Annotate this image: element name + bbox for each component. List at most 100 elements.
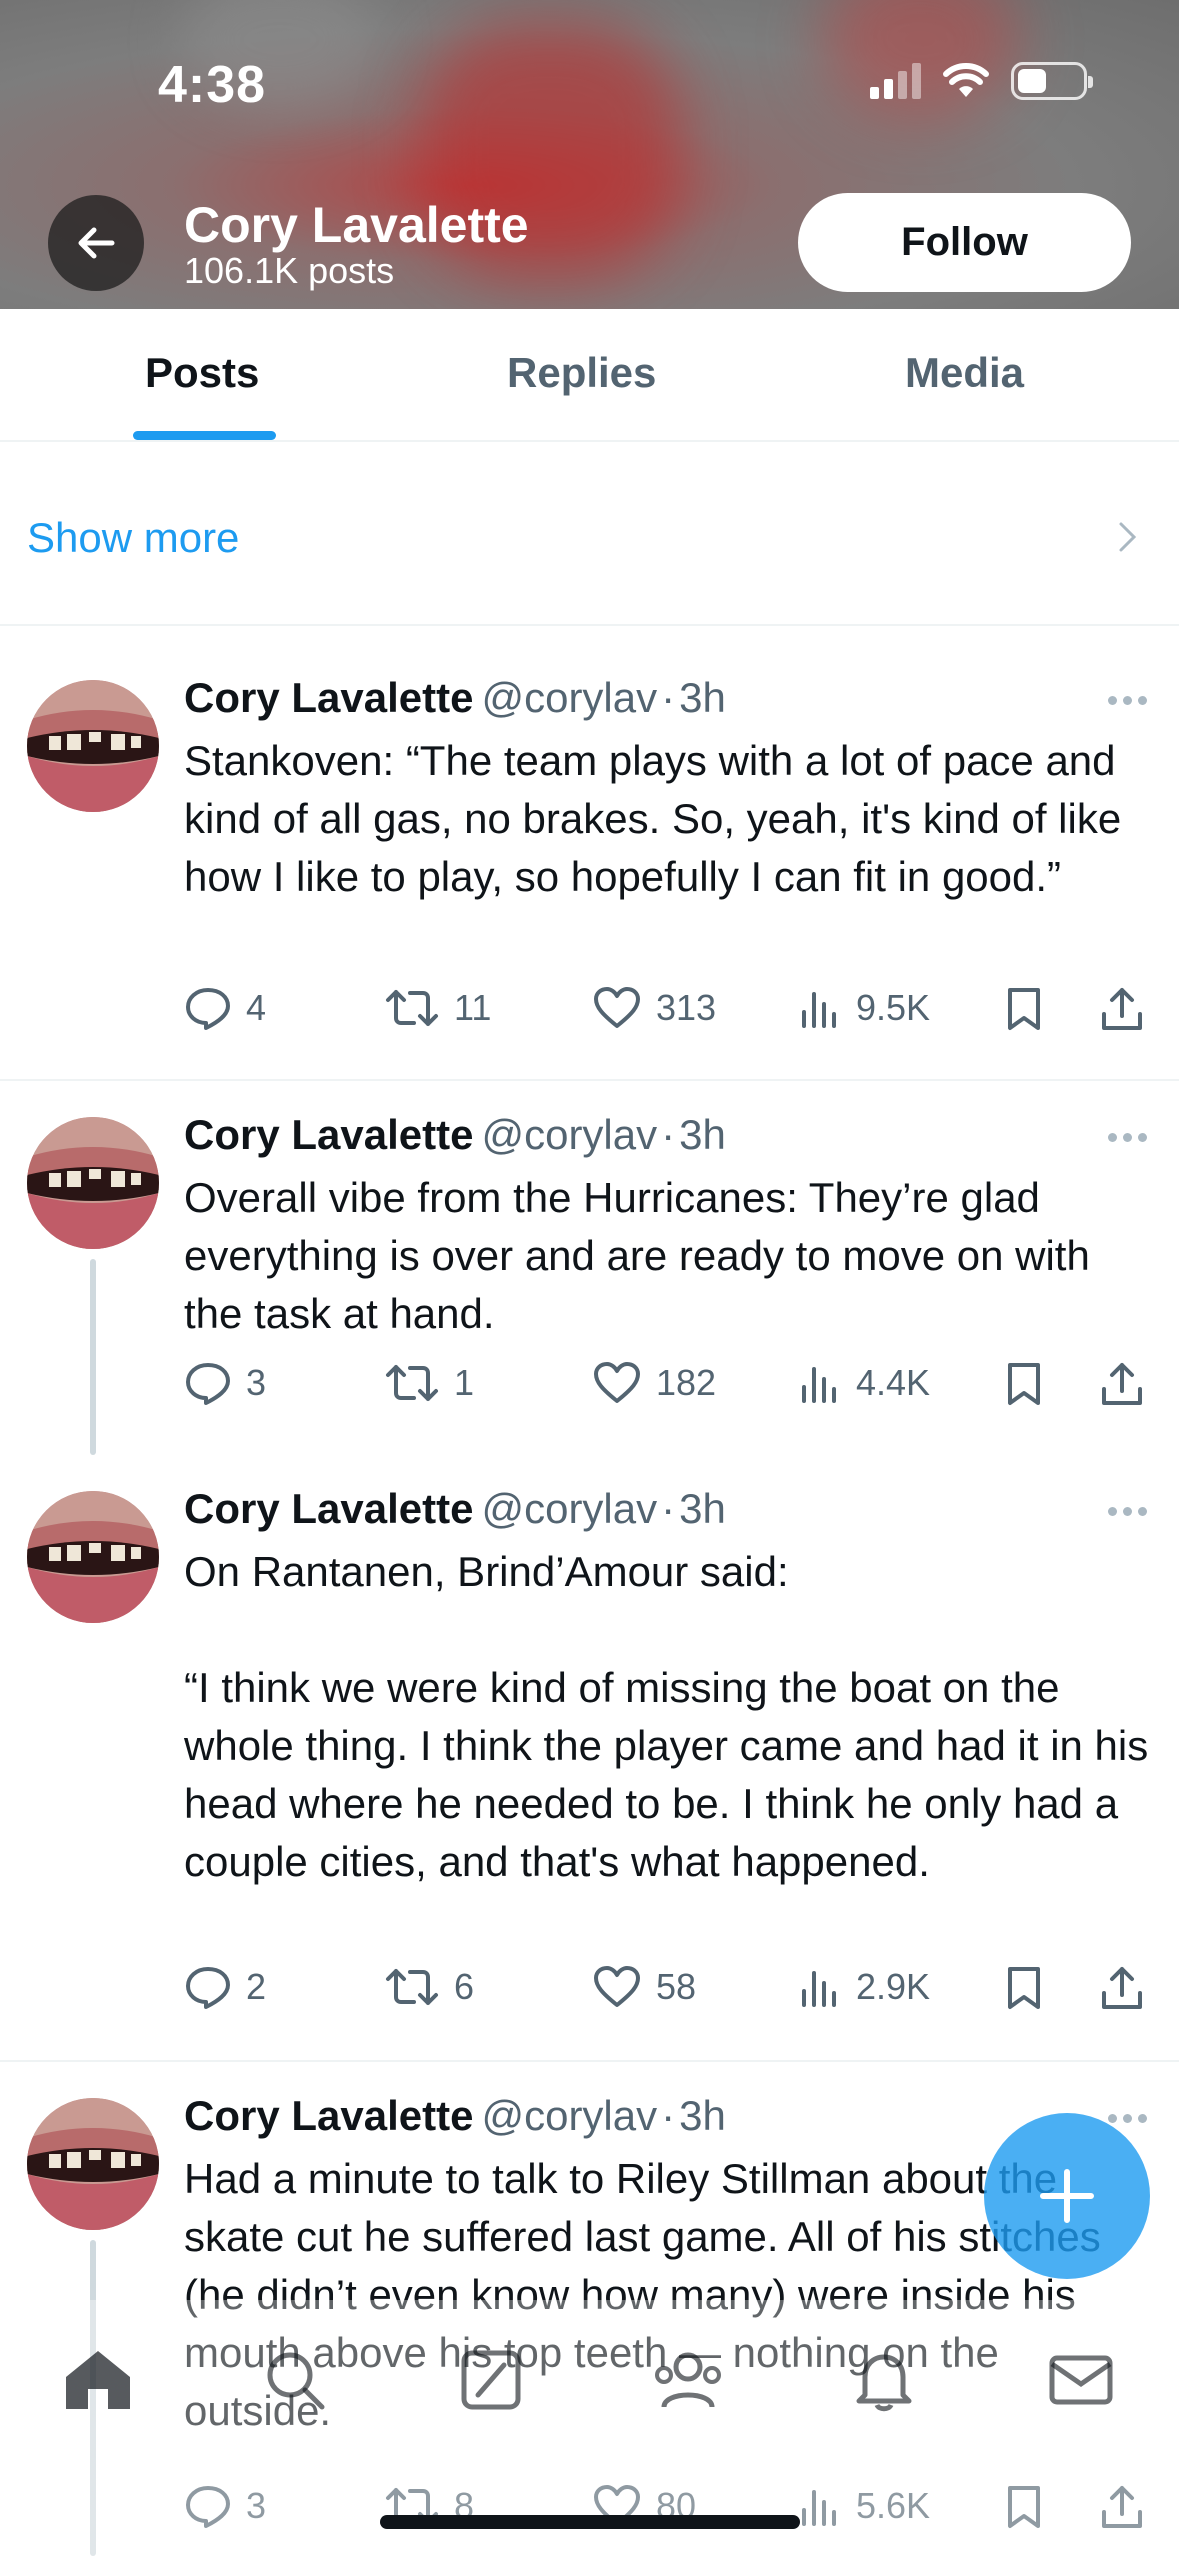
reply-button[interactable]: 3 [184,1361,266,1405]
repost-button[interactable]: 6 [384,1965,474,2009]
avatar-image [27,680,159,812]
tweet-header: Cory Lavalette @corylav·3h [184,674,726,722]
avatar[interactable] [27,2098,159,2230]
reply-button[interactable]: 2 [184,1965,266,2009]
share-button[interactable] [1100,2484,1144,2530]
wifi-icon [943,63,989,97]
tweet-actions: 2 6 58 2.9K [184,1965,1154,2025]
active-tab-indicator [133,431,276,440]
bottom-tab-bar [0,2310,1179,2450]
communities-icon [654,2352,721,2408]
nav-grok[interactable] [446,2335,536,2425]
views-button[interactable]: 2.9K [798,1965,930,2009]
reply-icon [186,1363,230,1405]
envelope-icon [1049,2355,1113,2405]
tab-posts[interactable]: Posts [145,349,259,397]
tweet-time[interactable]: 3h [679,1485,726,1532]
tweet[interactable]: Cory Lavalette @corylav·3h On Rantanen, B… [0,1455,1179,2060]
tweet[interactable]: Cory Lavalette @corylav·3h Overall vibe f… [0,1081,1179,1455]
reply-icon [186,2486,230,2528]
share-button[interactable] [1100,986,1144,1032]
tab-media[interactable]: Media [905,349,1024,397]
share-button[interactable] [1100,1361,1144,1407]
nav-search[interactable] [250,2335,340,2425]
tweet-author-name[interactable]: Cory Lavalette [184,674,473,721]
more-options-icon[interactable] [1108,2114,1147,2123]
replies-count: 4 [246,987,267,1028]
tweet-header: Cory Lavalette @corylav·3h [184,2092,726,2140]
avatar[interactable] [27,1491,159,1623]
bookmark-button[interactable] [1004,2484,1044,2530]
reply-button[interactable]: 4 [184,986,266,1030]
tweet-author-name[interactable]: Cory Lavalette [184,1485,473,1532]
tweet-text: Stankoven: “The team plays with a lot of… [184,737,1133,900]
nav-home[interactable] [53,2335,143,2425]
show-more-link[interactable]: Show more [27,514,239,562]
repost-button[interactable]: 11 [384,986,491,1030]
tab-replies[interactable]: Replies [507,349,656,397]
heart-icon [594,1966,640,2007]
home-icon [66,2351,131,2409]
avatar[interactable] [27,680,159,812]
reply-button[interactable]: 3 [184,2484,266,2528]
tweet-actions: 3 8 80 5.6K [184,2484,1154,2544]
like-button[interactable]: 313 [592,986,716,1030]
more-options-icon[interactable] [1108,696,1147,705]
tweet-separator: · [661,2092,676,2139]
bookmark-button[interactable] [1004,1361,1044,1407]
tweet-handle[interactable]: @corylav [481,1485,657,1532]
views-button[interactable]: 4.4K [798,1361,930,1405]
avatar-image [27,2098,159,2230]
avatar[interactable] [27,1117,159,1249]
share-icon [1102,988,1142,1030]
tweet-header: Cory Lavalette @corylav·3h [184,1111,726,1159]
views-button[interactable]: 9.5K [798,986,930,1030]
nav-messages[interactable] [1036,2335,1126,2425]
like-button[interactable]: 58 [592,1965,696,2009]
share-icon [1102,1967,1142,2009]
tweet-time[interactable]: 3h [679,1111,726,1158]
chevron-right-icon [1119,522,1137,552]
bookmark-icon [1008,1363,1040,1405]
nav-notifications[interactable] [839,2335,929,2425]
views-icon [802,2490,836,2526]
tweet-time[interactable]: 3h [679,2092,726,2139]
tweet-author-name[interactable]: Cory Lavalette [184,2092,473,2139]
heart-icon [594,1362,640,1403]
tweet-handle[interactable]: @corylav [481,674,657,721]
follow-button[interactable]: Follow [798,193,1131,292]
like-button[interactable]: 182 [592,1361,716,1405]
bookmark-icon [1008,988,1040,1030]
profile-header-banner: 4:38 Cory Lavalette 106.1K posts Follow [0,0,1179,309]
profile-posts-count: 106.1K posts [184,250,395,291]
tweet-separator: · [661,1485,676,1532]
views-button[interactable]: 5.6K [798,2484,930,2528]
views-icon [802,1367,836,1403]
tweet-handle[interactable]: @corylav [481,2092,657,2139]
repost-icon [386,1365,438,1401]
repost-button[interactable]: 1 [384,1361,474,1405]
tweet-header: Cory Lavalette @corylav·3h [184,1485,726,1533]
show-more-row[interactable]: Show more [0,442,1179,626]
views-icon [802,1971,836,2007]
cellular-signal-icon [870,63,921,99]
more-options-icon[interactable] [1108,1507,1147,1516]
nav-communities[interactable] [643,2335,733,2425]
reply-icon [186,1967,230,2009]
tweet-time[interactable]: 3h [679,674,726,721]
bookmark-button[interactable] [1004,1965,1044,2011]
back-button[interactable] [48,195,144,291]
tweet-handle[interactable]: @corylav [481,1111,657,1158]
bookmark-button[interactable] [1004,986,1044,1032]
tweet[interactable]: Cory Lavalette @corylav·3h Stankoven: “Th… [0,626,1179,1080]
share-button[interactable] [1100,1965,1144,2011]
more-options-icon[interactable] [1108,1133,1147,1142]
reposts-count: 6 [454,1966,475,2007]
tweet[interactable]: Cory Lavalette @corylav·3h Had a minute t… [0,2062,1179,2556]
compose-fab-button[interactable] [984,2113,1150,2279]
home-indicator [380,2515,800,2529]
grok-icon [461,2350,521,2410]
tweet-author-name[interactable]: Cory Lavalette [184,1111,473,1158]
repost-icon [386,1969,438,2005]
status-bar-icons [870,62,1093,100]
